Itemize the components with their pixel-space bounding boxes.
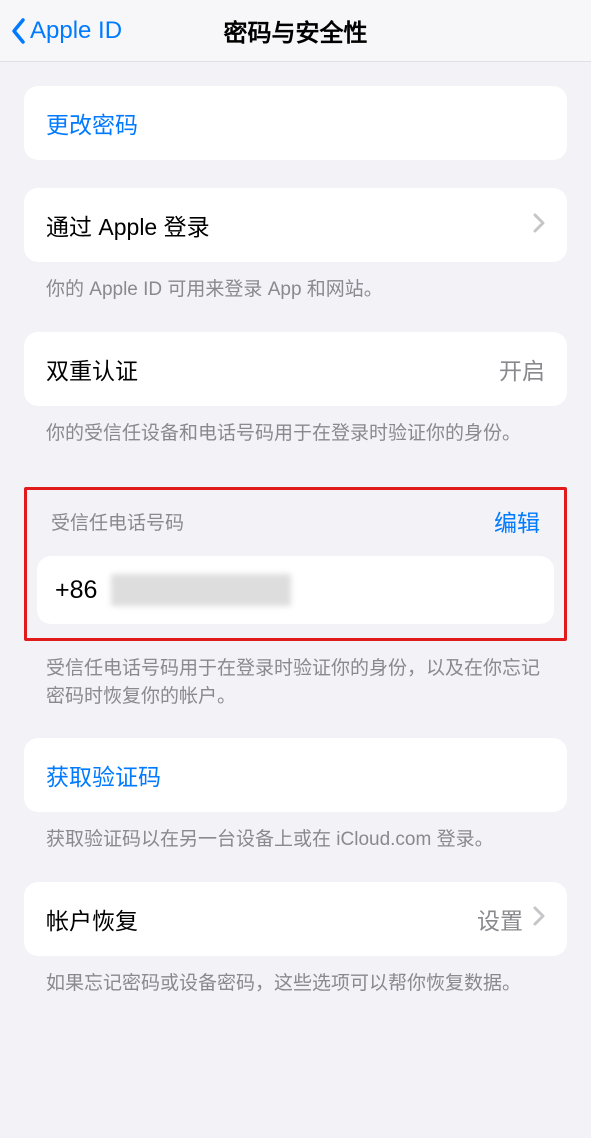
trusted-phone-header-label: 受信任电话号码 [51, 508, 184, 535]
chevron-left-icon [10, 17, 26, 45]
sign-in-apple-row[interactable]: 通过 Apple 登录 [24, 188, 567, 262]
account-recovery-value: 设置 [477, 902, 523, 936]
sign-in-apple-label: 通过 Apple 登录 [46, 208, 210, 242]
account-recovery-label: 帐户恢复 [46, 902, 138, 936]
trusted-phone-edit-button[interactable]: 编辑 [494, 504, 540, 538]
get-code-row[interactable]: 获取验证码 [24, 738, 567, 812]
trusted-phone-number-redacted [111, 574, 291, 606]
trusted-phone-prefix: +86 [55, 576, 97, 605]
page-title: 密码与安全性 [224, 13, 368, 48]
account-recovery-footer: 如果忘记密码或设备密码，这些选项可以帮你恢复数据。 [24, 956, 567, 998]
group-account-recovery: 帐户恢复 设置 如果忘记密码或设备密码，这些选项可以帮你恢复数据。 [24, 882, 567, 998]
group-two-factor: 双重认证 开启 你的受信任设备和电话号码用于在登录时验证你的身份。 [24, 332, 567, 448]
two-factor-row[interactable]: 双重认证 开启 [24, 332, 567, 406]
group-sign-in-apple: 通过 Apple 登录 你的 Apple ID 可用来登录 App 和网站。 [24, 188, 567, 304]
two-factor-label: 双重认证 [46, 352, 138, 386]
trusted-phone-footer: 受信任电话号码用于在登录时验证你的身份，以及在你忘记密码时恢复你的帐户。 [24, 641, 567, 710]
change-password-row[interactable]: 更改密码 [24, 86, 567, 160]
get-code-label: 获取验证码 [46, 758, 161, 792]
trusted-phone-row[interactable]: +86 [37, 556, 554, 624]
nav-bar: Apple ID 密码与安全性 [0, 0, 591, 62]
trusted-phone-highlight: 受信任电话号码 编辑 +86 [24, 487, 567, 641]
account-recovery-row[interactable]: 帐户恢复 设置 [24, 882, 567, 956]
change-password-label: 更改密码 [46, 106, 138, 140]
group-change-password: 更改密码 [24, 86, 567, 160]
chevron-right-icon [533, 212, 545, 239]
get-code-footer: 获取验证码以在另一台设备上或在 iCloud.com 登录。 [24, 812, 567, 854]
trusted-phone-header: 受信任电话号码 编辑 [37, 500, 554, 556]
back-label: Apple ID [30, 17, 122, 45]
back-button[interactable]: Apple ID [0, 17, 122, 45]
two-factor-value: 开启 [499, 352, 545, 386]
sign-in-apple-footer: 你的 Apple ID 可用来登录 App 和网站。 [24, 262, 567, 304]
group-get-code: 获取验证码 获取验证码以在另一台设备上或在 iCloud.com 登录。 [24, 738, 567, 854]
two-factor-footer: 你的受信任设备和电话号码用于在登录时验证你的身份。 [24, 406, 567, 448]
chevron-right-icon [533, 905, 545, 932]
